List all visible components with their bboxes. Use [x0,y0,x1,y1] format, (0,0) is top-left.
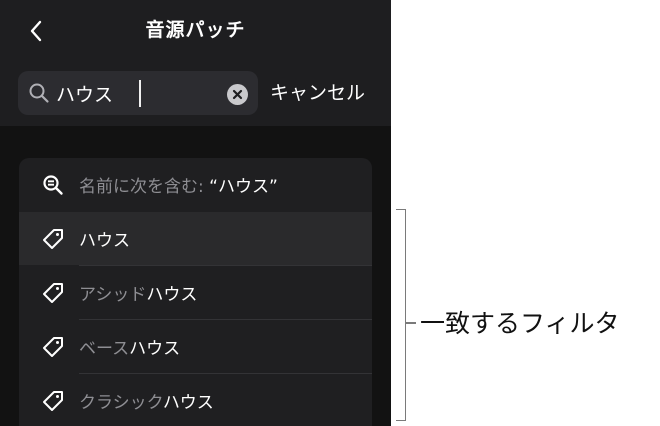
search-name-row[interactable]: 名前に次を含む: “ハウス” [19,158,372,211]
list-item[interactable]: クラシックハウス [19,374,372,426]
search-input[interactable] [56,77,226,109]
tag-icon [43,336,63,357]
magnifier-icon [29,83,49,103]
tag-icon [43,282,63,303]
clear-search-button[interactable] [227,84,248,105]
search-name-label: 名前に次を含む: “ハウス” [79,177,278,197]
list-item[interactable]: ハウス [19,212,372,265]
list-item-label: アシッドハウス [79,285,198,305]
page-title: 音源パッチ [145,19,246,41]
app-screen: 音源パッチ キャンセル 名前に次を含む: “ハウス” [0,0,391,426]
annotation-label: 一致するフィルタ [420,309,620,338]
zoom-search-icon [43,174,63,195]
header-bar: 音源パッチ キャンセル [0,0,391,126]
results-list: 名前に次を含む: “ハウス” ハウス アシッドハウス ベースハウス クラシックハ… [19,158,372,426]
list-item-label: ベースハウス [79,339,181,359]
text-caret [139,80,141,107]
clear-circle-icon [232,89,243,100]
list-item-label: ハウス [79,231,130,251]
list-item-label: クラシックハウス [79,393,214,413]
annotation-bracket [396,209,406,421]
list-item[interactable]: アシッドハウス [19,266,372,319]
cancel-button[interactable]: キャンセル [270,78,365,105]
list-item[interactable]: ベースハウス [19,320,372,373]
search-field[interactable] [18,71,258,115]
tag-icon [43,390,63,411]
annotation-leader-line [406,322,416,324]
tag-icon [43,228,63,249]
